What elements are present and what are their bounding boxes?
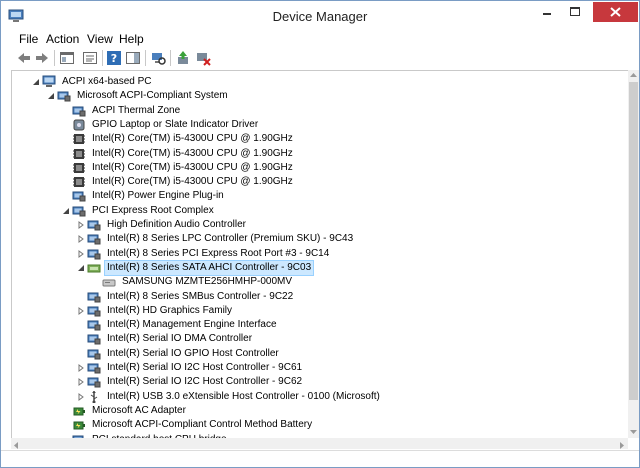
menu-bar: File Action View Help — [1, 31, 639, 47]
system-icon — [72, 106, 86, 117]
console-tree-icon[interactable] — [82, 50, 98, 66]
collapsed-arrow-icon[interactable] — [77, 221, 85, 229]
tree-item-label: Microsoft ACPI-Compliant Control Method … — [92, 419, 313, 431]
collapsed-arrow-icon[interactable] — [77, 306, 85, 315]
tree-item-label: SAMSUNG MZMTE256HMHP-000MV — [122, 276, 293, 288]
expanded-arrow-icon[interactable] — [62, 207, 70, 215]
forward-arrow-icon[interactable] — [34, 50, 50, 66]
tree-item-label: GPIO Laptop or Slate Indicator Driver — [92, 118, 259, 130]
maximize-icon — [570, 7, 580, 16]
tree-item-label: ACPI x64-based PC — [62, 76, 152, 87]
system-icon — [72, 191, 86, 202]
scrollbar-graphics — [629, 73, 638, 434]
tree-item-label: Intel(R) 8 Series PCI Express Root Port … — [107, 247, 330, 259]
computer-icon — [42, 75, 56, 87]
cpu-icon — [73, 148, 85, 159]
tree-item-label: Intel(R) Core(TM) i5-4300U CPU @ 1.90GHz — [92, 133, 293, 145]
svg-text:?: ? — [111, 52, 117, 65]
battery-icon — [73, 407, 85, 416]
collapsed-arrow-icon[interactable] — [77, 378, 85, 387]
expanded-arrow-icon[interactable] — [77, 264, 85, 272]
device-manager-window: Device Manager File Action View Help ? A… — [0, 0, 640, 468]
tree-item-label: Intel(R) Serial IO DMA Controller — [107, 333, 253, 345]
tree-item-label: High Definition Audio Controller — [107, 219, 246, 230]
system-icon — [87, 320, 101, 331]
usb-icon — [90, 390, 98, 403]
minimize-button[interactable] — [534, 2, 560, 22]
menu-view[interactable]: View — [87, 32, 113, 46]
menu-action[interactable]: Action — [46, 32, 79, 46]
tree-item-label: Intel(R) HD Graphics Family — [107, 304, 233, 316]
title-bar[interactable]: Device Manager — [1, 1, 639, 31]
maximize-button[interactable] — [562, 2, 588, 22]
tree-item-label: Intel(R) 8 Series LPC Controller (Premiu… — [107, 233, 354, 245]
collapsed-arrow-icon[interactable] — [77, 235, 85, 244]
update-driver-icon[interactable] — [175, 50, 191, 66]
vertical-scrollbar[interactable] — [628, 70, 639, 438]
system-icon — [72, 206, 86, 217]
cpu-icon — [73, 162, 85, 173]
collapsed-arrow-icon[interactable] — [77, 392, 85, 401]
disk-drive-icon — [102, 279, 116, 287]
system-icon — [87, 349, 101, 360]
device-tree[interactable]: ACPI x64-based PC Microsoft ACPI-Complian… — [11, 70, 629, 439]
tree-item-label: Intel(R) Serial IO I2C Host Controller -… — [107, 376, 303, 388]
back-arrow-icon[interactable] — [16, 50, 32, 66]
battery-icon — [73, 421, 85, 430]
show-hide-icon[interactable] — [125, 50, 141, 66]
tree-item-label: PCI Express Root Complex — [92, 204, 214, 216]
toolbar: ? — [1, 47, 639, 69]
system-icon — [57, 91, 71, 102]
expanded-arrow-icon[interactable] — [47, 92, 55, 100]
scroll-left-icon — [14, 442, 18, 449]
properties-pane-icon[interactable] — [59, 50, 75, 66]
close-icon — [610, 7, 621, 17]
system-icon — [87, 306, 101, 317]
tree-item-label: ACPI Thermal Zone — [92, 104, 181, 116]
tree-item-label: Intel(R) 8 Series SATA AHCI Controller -… — [103, 259, 315, 276]
scroll-right-icon — [620, 442, 624, 449]
system-icon — [87, 234, 101, 245]
system-icon — [87, 292, 101, 302]
system-icon — [87, 377, 101, 388]
tree-item-label: Intel(R) Serial IO I2C Host Controller -… — [107, 362, 303, 373]
expanded-arrow-icon[interactable] — [32, 78, 40, 86]
horizontal-scrollbar[interactable] — [11, 438, 628, 449]
tree-item-label: Intel(R) Power Engine Plug-in — [92, 190, 224, 202]
toolbar-separator — [102, 50, 103, 66]
scroll-down-icon — [630, 430, 637, 434]
collapsed-arrow-icon[interactable] — [77, 364, 85, 372]
cpu-icon — [73, 177, 85, 188]
tree-item-label: Intel(R) Core(TM) i5-4300U CPU @ 1.90GHz — [92, 147, 293, 159]
close-button[interactable] — [593, 2, 638, 22]
toolbar-separator — [54, 50, 55, 66]
cpu-icon — [73, 134, 85, 145]
tree-item-label: Intel(R) 8 Series SMBus Controller - 9C2… — [107, 290, 294, 302]
toolbar-separator — [170, 50, 171, 66]
minimize-icon — [543, 13, 551, 15]
system-icon — [87, 363, 101, 374]
hid-icon — [73, 119, 85, 131]
tree-item-label: Intel(R) Management Engine Interface — [107, 319, 277, 331]
system-icon — [87, 220, 101, 231]
system-icon — [87, 249, 101, 260]
scroll-up-icon — [630, 73, 637, 77]
storage-controller-icon — [87, 264, 101, 273]
scroll-thumb — [629, 82, 638, 400]
uninstall-device-icon[interactable] — [195, 50, 211, 66]
scan-hardware-icon[interactable] — [150, 50, 166, 66]
tree-item-label: Intel(R) Serial IO GPIO Host Controller — [107, 347, 279, 359]
toolbar-separator — [145, 50, 146, 66]
status-bar — [1, 450, 639, 467]
tree-item-label: Microsoft AC Adapter — [92, 404, 186, 416]
collapsed-arrow-icon[interactable] — [77, 249, 85, 258]
tree-item-label: Intel(R) Core(TM) i5-4300U CPU @ 1.90GHz — [92, 176, 293, 188]
tree-item-label: Intel(R) USB 3.0 eXtensible Host Control… — [107, 390, 380, 402]
tree-item-label: Intel(R) Core(TM) i5-4300U CPU @ 1.90GHz — [92, 161, 293, 173]
system-icon — [87, 334, 101, 345]
menu-help[interactable]: Help — [119, 32, 144, 46]
tree-item-label: Microsoft ACPI-Compliant System — [77, 90, 228, 102]
help-icon[interactable]: ? — [106, 50, 122, 66]
menu-file[interactable]: File — [19, 32, 38, 46]
